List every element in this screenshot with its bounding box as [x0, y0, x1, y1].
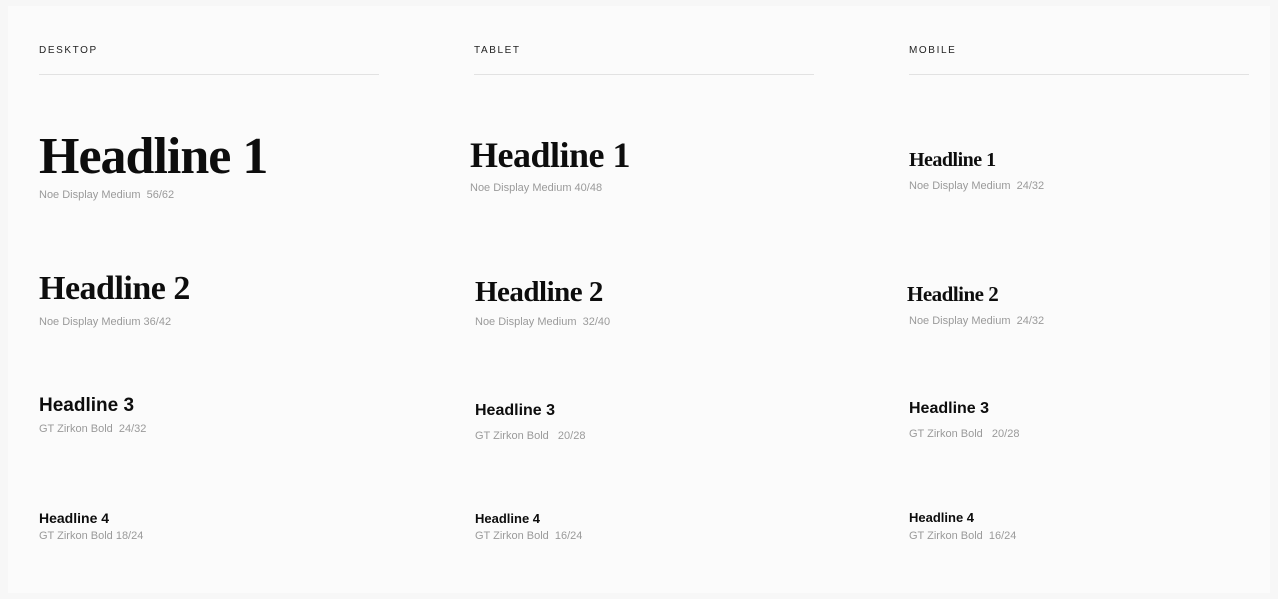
headline-3-spec: Headline 3 GT Zirkon Bold 20/28	[909, 400, 1020, 441]
headline-1-sample: Headline 1	[39, 128, 268, 185]
headline-1-meta: Noe Display Medium 56/62	[39, 189, 175, 201]
headline-1-meta: Noe Display Medium 40/48	[470, 182, 603, 194]
headline-4-sample: Headline 4	[475, 511, 541, 526]
headline-3-spec: Headline 3 GT Zirkon Bold 24/32	[39, 396, 146, 435]
headline-3-sample: Headline 3	[39, 395, 135, 416]
headline-4-sample: Headline 4	[39, 510, 110, 526]
headline-2-meta: Noe Display Medium 32/40	[475, 316, 611, 328]
headline-1-meta: Noe Display Medium 24/32	[909, 180, 1045, 192]
divider	[39, 74, 379, 75]
headline-2-sample: Headline 2	[907, 282, 999, 306]
headline-2-spec: Headline 2 Noe Display Medium 36/42	[39, 270, 190, 329]
headline-2-spec: Headline 2 Noe Display Medium 24/32	[907, 282, 1045, 328]
headline-4-meta: GT Zirkon Bold 16/24	[909, 530, 1017, 542]
headline-2-sample: Headline 2	[475, 276, 603, 308]
headline-4-sample: Headline 4	[909, 510, 975, 525]
headline-4-spec: Headline 4 GT Zirkon Bold 16/24	[475, 512, 582, 542]
headline-2-meta: Noe Display Medium 24/32	[909, 315, 1045, 327]
column-title: TABLET	[474, 45, 521, 56]
column-title: MOBILE	[909, 45, 957, 56]
column-title: DESKTOP	[39, 45, 98, 56]
headline-3-sample: Headline 3	[909, 400, 990, 417]
headline-3-spec: Headline 3 GT Zirkon Bold 20/28	[475, 402, 586, 443]
headline-2-sample: Headline 2	[39, 270, 190, 307]
headline-1-spec: Headline 1 Noe Display Medium 24/32	[909, 150, 1044, 192]
headline-4-spec: Headline 4 GT Zirkon Bold 16/24	[909, 511, 1016, 542]
headline-3-meta: GT Zirkon Bold 24/32	[39, 423, 147, 435]
headline-3-meta: GT Zirkon Bold 20/28	[475, 430, 586, 442]
headline-1-sample: Headline 1	[470, 135, 631, 175]
typography-spec-sheet: DESKTOP Headline 1 Noe Display Medium 56…	[8, 6, 1270, 593]
headline-1-sample: Headline 1	[909, 149, 996, 171]
headline-2-spec: Headline 2 Noe Display Medium 32/40	[475, 276, 611, 329]
headline-4-meta: GT Zirkon Bold 18/24	[39, 530, 144, 542]
divider	[474, 74, 814, 75]
headline-4-spec: Headline 4 GT Zirkon Bold 18/24	[39, 511, 143, 542]
headline-3-meta: GT Zirkon Bold 20/28	[909, 428, 1020, 440]
divider	[909, 74, 1249, 75]
headline-3-sample: Headline 3	[475, 402, 556, 419]
headline-1-spec: Headline 1 Noe Display Medium 40/48	[470, 135, 631, 194]
headline-2-meta: Noe Display Medium 36/42	[39, 316, 172, 328]
headline-1-spec: Headline 1 Noe Display Medium 56/62	[39, 128, 268, 202]
headline-4-meta: GT Zirkon Bold 16/24	[475, 530, 583, 542]
